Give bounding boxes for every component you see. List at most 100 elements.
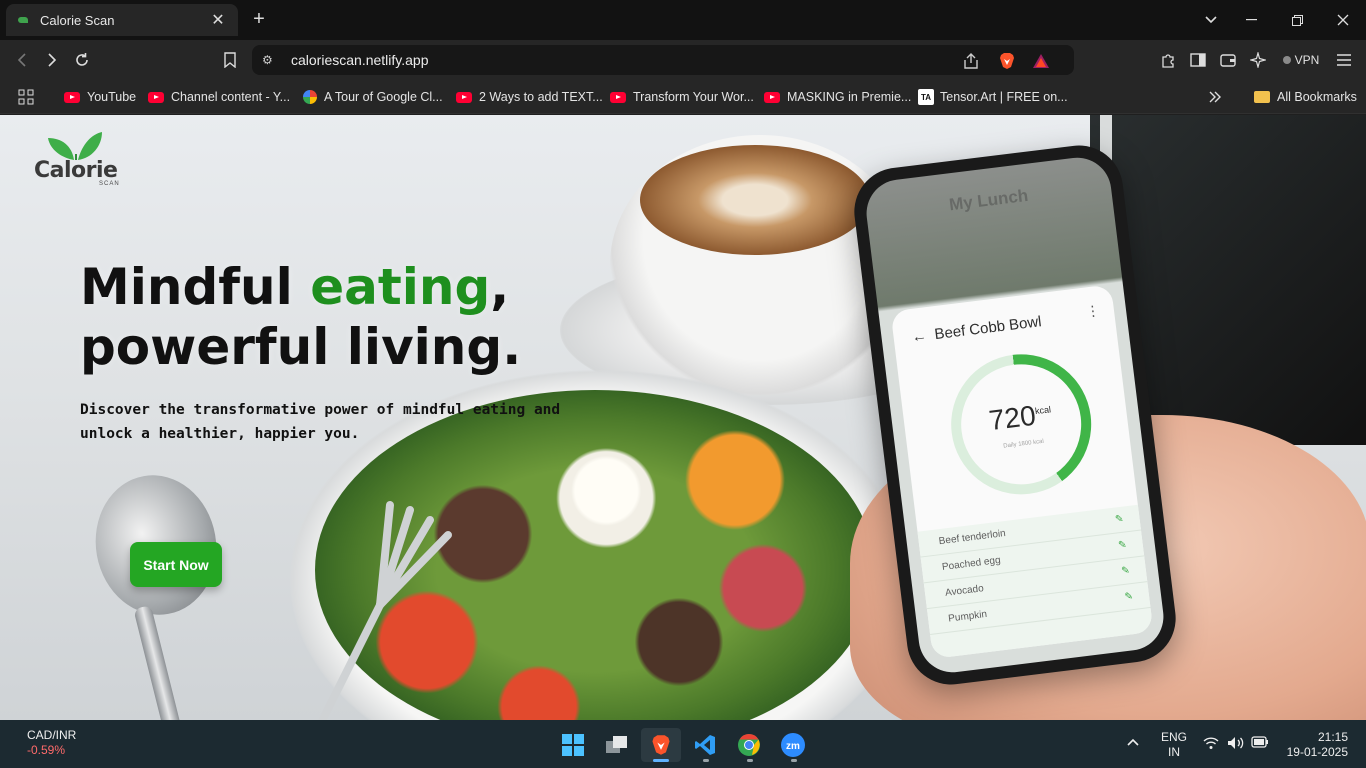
hero-subtitle: Discover the transformative power of min… <box>80 402 561 442</box>
logo-subtext: SCAN <box>99 181 120 187</box>
battery-icon[interactable] <box>1251 736 1269 752</box>
ingredient-name: Avocado <box>944 583 985 599</box>
leo-ai-icon[interactable] <box>1246 48 1270 72</box>
youtube-icon <box>764 91 780 103</box>
bookmark-label: YouTube <box>87 90 137 104</box>
close-window-button[interactable] <box>1320 0 1366 40</box>
background-fork <box>318 501 452 720</box>
currency-change: -0.59% <box>27 743 66 757</box>
ingredient-list: Beef tenderloin ✎ Poached egg ✎ Avocado ✎ P… <box>917 504 1154 659</box>
minimize-button[interactable] <box>1228 0 1274 40</box>
task-view-icon[interactable] <box>597 728 637 762</box>
bookmarks-overflow-chevron-icon[interactable] <box>1208 88 1222 106</box>
bookmark-label: Tensor.Art | FREE on... <box>940 90 1068 104</box>
vscode-running-indicator <box>703 759 709 762</box>
wallet-icon[interactable] <box>1216 48 1240 72</box>
hero-text: , <box>490 258 510 316</box>
extensions-icon[interactable] <box>1156 48 1180 72</box>
clock-time: 21:15 <box>1317 730 1348 744</box>
brave-shields-icon[interactable] <box>998 52 1016 70</box>
bookmark-transform[interactable]: Transform Your Wor... <box>610 88 754 106</box>
meal-name: Beef Cobb Bowl <box>933 313 1043 344</box>
bookmark-google-cloud-tour[interactable]: A Tour of Google Cl... <box>303 88 443 106</box>
zoom-running-indicator <box>791 759 797 762</box>
region-code: IN <box>1168 745 1180 759</box>
edit-pencil-icon: ✎ <box>1120 565 1131 578</box>
vpn-button[interactable]: VPN <box>1275 48 1327 72</box>
currency-widget[interactable]: CAD/INR -0.59% <box>27 728 76 758</box>
language-indicator[interactable]: ENG IN <box>1160 730 1188 760</box>
forward-button[interactable] <box>40 48 64 72</box>
phone-screen: My Lunch ← Beef Cobb Bowl ⋮ 720kcal Dail… <box>862 153 1168 677</box>
bookmark-label: Transform Your Wor... <box>633 90 754 104</box>
zoom-logo-text: zm <box>786 741 800 752</box>
hero-text: Mindful <box>80 258 311 316</box>
chrome-taskbar-icon[interactable] <box>729 728 769 762</box>
wifi-icon[interactable] <box>1203 736 1219 754</box>
share-icon[interactable] <box>962 52 980 70</box>
background-spoon-handle <box>133 604 185 720</box>
sidebar-toggle-icon[interactable] <box>1186 48 1210 72</box>
restore-button[interactable] <box>1274 0 1320 40</box>
bookmark-masking-premiere[interactable]: MASKING in Premie... <box>764 88 911 106</box>
logo-wordmark[interactable]: Calorie <box>34 158 118 183</box>
back-arrow-icon: ← <box>910 327 928 346</box>
reload-button[interactable] <box>70 48 94 72</box>
brave-browser-taskbar-icon[interactable] <box>641 728 681 762</box>
bookmark-page-icon[interactable] <box>218 48 242 72</box>
phone-meal-title: ← Beef Cobb Bowl <box>911 313 1043 346</box>
youtube-icon <box>456 91 472 103</box>
ingredient-name: Poached egg <box>941 554 1002 573</box>
youtube-icon <box>610 91 626 103</box>
edit-pencil-icon: ✎ <box>1123 591 1134 603</box>
more-options-icon: ⋮ <box>1084 301 1101 320</box>
clock-date: 19-01-2025 <box>1286 745 1348 759</box>
folder-icon <box>1254 91 1270 103</box>
bookmark-tensor-art[interactable]: TA Tensor.Art | FREE on... <box>918 88 1068 106</box>
vscode-taskbar-icon[interactable] <box>685 728 725 762</box>
language-code: ENG <box>1160 730 1187 744</box>
bookmarks-bar: YouTube Channel content - Y... A Tour of… <box>0 80 1366 114</box>
bookmark-add-text[interactable]: 2 Ways to add TEXT... <box>456 88 603 106</box>
bookmark-label: A Tour of Google Cl... <box>324 90 443 104</box>
bookmark-label: MASKING in Premie... <box>787 90 912 104</box>
system-clock[interactable]: 21:15 19-01-2025 <box>1284 730 1348 760</box>
youtube-icon <box>148 91 164 103</box>
tab-strip: Calorie Scan ✕ + <box>0 0 1366 40</box>
hero-accent-word: eating <box>310 258 491 316</box>
edit-pencil-icon: ✎ <box>1117 539 1128 552</box>
daily-target: Daily 1800 kcal <box>1003 438 1045 450</box>
chrome-running-indicator <box>747 759 753 762</box>
new-tab-button[interactable]: + <box>248 8 270 30</box>
vpn-status-dot <box>1282 56 1291 64</box>
edit-pencil-icon: ✎ <box>1114 513 1125 526</box>
hero-heading-line2: powerful living. <box>80 318 522 376</box>
youtube-icon <box>64 91 80 103</box>
volume-icon[interactable] <box>1227 736 1245 754</box>
main-menu-icon[interactable] <box>1332 48 1356 72</box>
url-text: caloriescan.netlify.app <box>291 52 429 68</box>
calorie-progress-ring: 720kcal Daily 1800 kcal <box>943 346 1100 503</box>
address-bar[interactable]: ⚙ caloriescan.netlify.app <box>252 45 1074 75</box>
ingredient-name: Beef tenderloin <box>938 528 1007 548</box>
zoom-taskbar-icon[interactable]: zm <box>773 728 813 762</box>
kcal-unit: kcal <box>1034 404 1052 417</box>
windows-start-icon[interactable] <box>553 728 593 762</box>
start-now-button[interactable]: Start Now <box>130 542 222 587</box>
browser-tab-active[interactable]: Calorie Scan ✕ <box>6 4 238 36</box>
bookmark-channel-content[interactable]: Channel content - Y... <box>148 88 290 106</box>
all-bookmarks-label: All Bookmarks <box>1277 90 1357 104</box>
site-settings-icon[interactable]: ⚙ <box>262 53 280 67</box>
apps-grid-icon[interactable] <box>18 88 34 106</box>
calorie-scan-favicon-icon <box>16 13 30 27</box>
brave-rewards-icon[interactable] <box>1032 52 1050 70</box>
calorie-readout: 720kcal Daily 1800 kcal <box>954 357 1089 492</box>
vpn-label: VPN <box>1294 53 1320 67</box>
all-bookmarks-folder[interactable]: All Bookmarks <box>1254 88 1357 106</box>
currency-pair: CAD/INR <box>27 728 77 742</box>
close-tab-icon[interactable]: ✕ <box>208 10 228 30</box>
show-hidden-icons-chevron-icon[interactable] <box>1126 736 1140 751</box>
bookmark-youtube[interactable]: YouTube <box>64 88 136 106</box>
back-button[interactable] <box>10 48 34 72</box>
ingredient-name: Pumpkin <box>947 608 988 625</box>
